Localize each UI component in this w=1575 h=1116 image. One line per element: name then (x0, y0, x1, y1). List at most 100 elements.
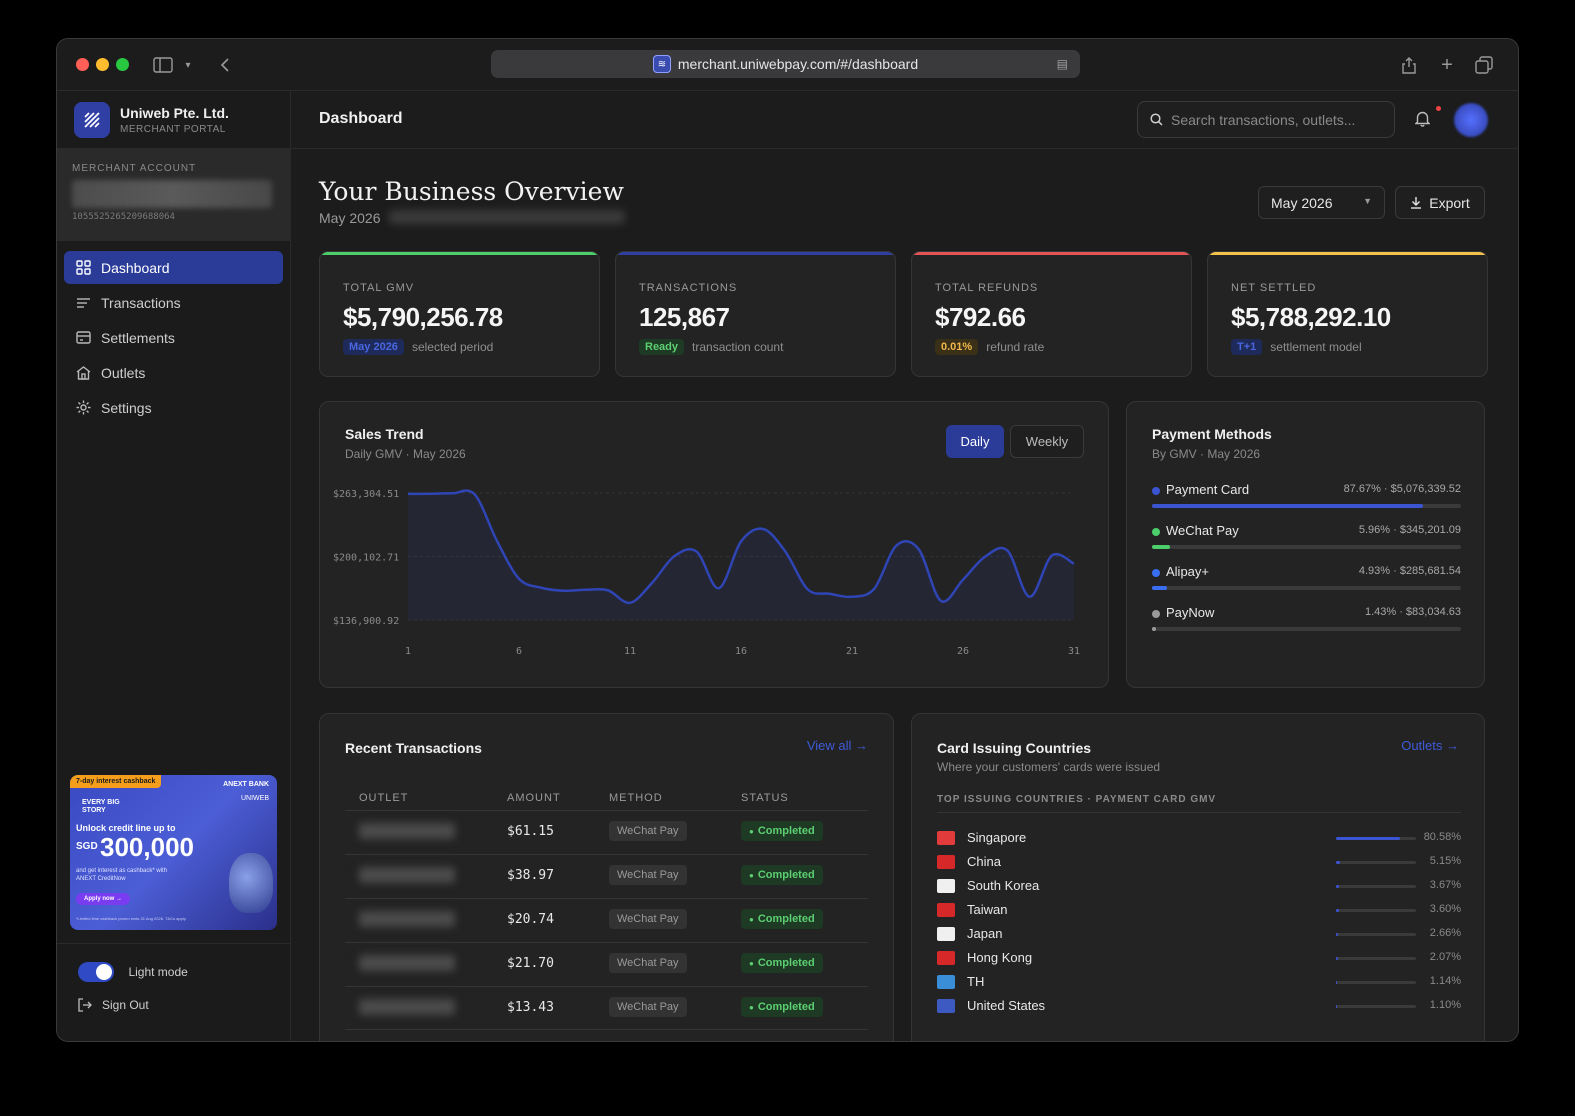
transaction-amount: $21.70 (507, 956, 554, 971)
country-share-percent: 1.10% (1429, 999, 1461, 1011)
table-row[interactable]: $61.15 WeChat Pay Completed (345, 810, 868, 854)
search-input[interactable] (1171, 111, 1381, 128)
kpi-footer: T+1 settlement model (1231, 339, 1362, 355)
column-header-method[interactable]: METHOD (609, 792, 663, 804)
list-icon (75, 295, 91, 311)
y-tick-label: $263,304.51 (333, 489, 399, 500)
sidebar-item-settlements[interactable]: Settlements (64, 321, 283, 354)
sales-data-point[interactable] (694, 549, 700, 555)
country-share-bar (1336, 861, 1416, 864)
theme-toggle-row: Light mode (78, 962, 269, 982)
kpi-label: NET SETTLED (1231, 282, 1317, 294)
sales-data-point[interactable] (893, 543, 899, 549)
transaction-amount: $13.43 (507, 1000, 554, 1015)
sidebar-item-transactions[interactable]: Transactions (64, 286, 283, 319)
sales-data-point[interactable] (849, 594, 855, 600)
country-name: United States (967, 998, 1046, 1013)
sidebar-item-settings[interactable]: Settings (64, 391, 283, 424)
sales-data-point[interactable] (449, 490, 455, 496)
column-header-outlet[interactable]: OUTLET (359, 792, 408, 804)
sales-data-point[interactable] (538, 585, 544, 591)
outlets-link[interactable]: Outlets → (1401, 738, 1459, 753)
sales-data-point[interactable] (827, 591, 833, 597)
payment-method-bar (1152, 504, 1461, 508)
new-tab-icon[interactable]: + (1437, 53, 1457, 77)
sales-data-point[interactable] (1049, 553, 1055, 559)
country-flag-icon (937, 975, 955, 989)
chevron-down-icon[interactable]: ▾ (181, 53, 195, 77)
sales-data-point[interactable] (916, 546, 922, 552)
country-flag-icon (937, 831, 955, 845)
column-header-amount[interactable]: AMOUNT (507, 792, 561, 804)
export-label: Export (1429, 194, 1470, 211)
back-arrow-icon[interactable] (215, 53, 235, 77)
sidebar-toggle-icon[interactable] (151, 53, 175, 77)
sales-data-point[interactable] (1071, 561, 1077, 567)
close-window-button[interactable] (76, 58, 89, 71)
sidebar-item-outlets[interactable]: Outlets (64, 356, 283, 389)
table-row[interactable]: $20.74 WeChat Pay Completed (345, 898, 868, 942)
sales-data-point[interactable] (627, 600, 633, 606)
table-row[interactable]: $38.97 WeChat Pay Completed (345, 854, 868, 898)
x-tick-label: 11 (624, 646, 636, 657)
payment-method-name: Payment Card (1166, 482, 1250, 497)
promo-banner[interactable]: 7-day interest cashback ANEXT BANK UNIWE… (70, 775, 277, 930)
sales-data-point[interactable] (494, 538, 500, 544)
promo-currency: SGD (76, 841, 98, 852)
sales-data-point[interactable] (605, 587, 611, 593)
address-bar[interactable]: ≋ merchant.uniwebpay.com/#/dashboard ▤ (491, 50, 1080, 78)
avatar[interactable] (1454, 103, 1488, 137)
kpi-chip: May 2026 (343, 339, 404, 355)
sales-data-point[interactable] (738, 539, 744, 545)
sales-data-point[interactable] (405, 491, 411, 497)
reader-icon[interactable]: ▤ (1057, 57, 1068, 71)
tab-overview-icon[interactable] (1474, 53, 1494, 77)
sales-area-fill (408, 490, 1074, 620)
country-share-bar (1336, 957, 1416, 960)
sales-data-point[interactable] (805, 586, 811, 592)
sales-data-point[interactable] (782, 549, 788, 555)
sidebar-item-dashboard[interactable]: Dashboard (64, 251, 283, 284)
kpi-footer: 0.01% refund rate (935, 339, 1044, 355)
sales-data-point[interactable] (427, 491, 433, 497)
sales-data-point[interactable] (649, 580, 655, 586)
share-icon[interactable] (1399, 53, 1419, 77)
search-box[interactable] (1137, 101, 1395, 138)
brand-header: Uniweb Pte. Ltd. MERCHANT PORTAL (57, 91, 290, 149)
page-title: Dashboard (319, 110, 403, 127)
sales-data-point[interactable] (871, 586, 877, 592)
period-select[interactable]: May 2026 ▼ (1258, 186, 1385, 219)
x-tick-label: 21 (846, 646, 858, 657)
sales-data-point[interactable] (472, 491, 478, 497)
x-tick-label: 16 (735, 646, 747, 657)
country-name: Taiwan (967, 902, 1008, 917)
sales-data-point[interactable] (960, 577, 966, 583)
minimize-window-button[interactable] (96, 58, 109, 71)
kpi-card-net-settled: NET SETTLED $5,788,292.10 T+1 settlement… (1207, 251, 1488, 377)
sign-out-label: Sign Out (102, 998, 149, 1012)
sales-data-point[interactable] (716, 585, 722, 591)
sales-data-point[interactable] (938, 598, 944, 604)
sales-data-point[interactable] (982, 554, 988, 560)
sales-data-point[interactable] (583, 587, 589, 593)
view-all-link[interactable]: View all → (807, 738, 868, 753)
export-button[interactable]: Export (1395, 186, 1485, 219)
country-share-bar (1336, 837, 1416, 840)
sales-data-point[interactable] (516, 576, 522, 582)
sales-data-point[interactable] (760, 526, 766, 532)
merchant-account-panel[interactable]: MERCHANT ACCOUNT 1055525265209688064 (57, 149, 290, 241)
table-row[interactable]: $13.43 WeChat Pay Completed (345, 986, 868, 1030)
maximize-window-button[interactable] (116, 58, 129, 71)
notification-bell-icon[interactable] (1414, 110, 1431, 131)
column-header-status[interactable]: STATUS (741, 792, 789, 804)
kpi-accent-bar (1208, 252, 1487, 255)
table-row[interactable]: $21.70 WeChat Pay Completed (345, 942, 868, 986)
sales-data-point[interactable] (560, 588, 566, 594)
sales-data-point[interactable] (1027, 594, 1033, 600)
overview-subtitle: May 2026 (319, 210, 381, 226)
promo-apply-button[interactable]: Apply now → (76, 893, 130, 905)
sales-data-point[interactable] (671, 553, 677, 559)
light-mode-toggle[interactable] (78, 962, 114, 982)
sign-out-button[interactable]: Sign Out (78, 998, 269, 1012)
sales-data-point[interactable] (1004, 548, 1010, 554)
